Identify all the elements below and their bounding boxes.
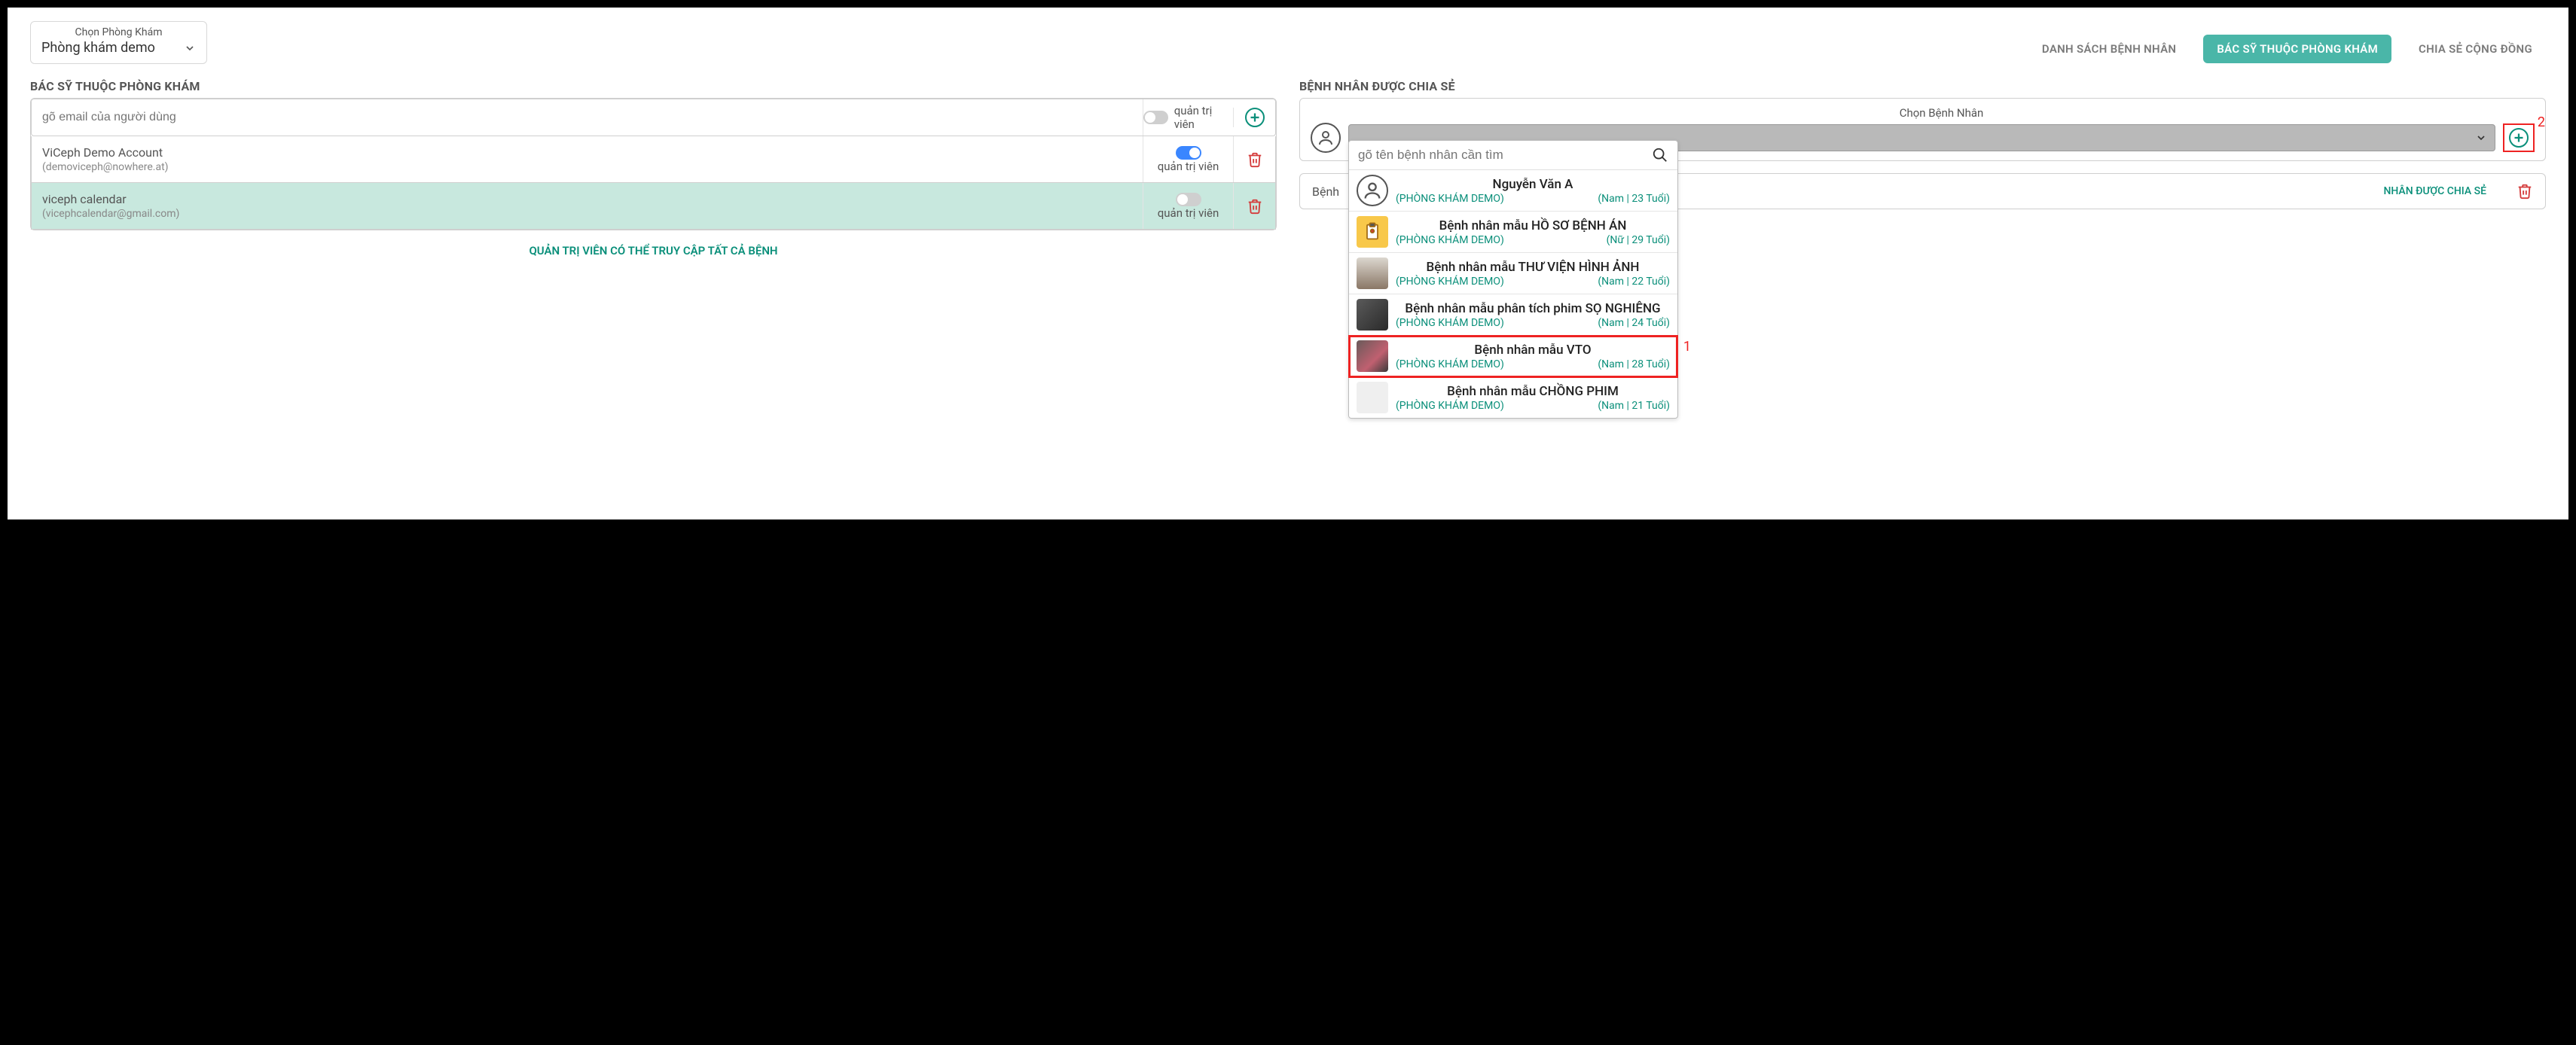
chevron-down-icon (2475, 132, 2487, 144)
patient-search-row (1349, 141, 1677, 170)
patient-option[interactable]: Bệnh nhân mẫu HỒ SƠ BỆNH ÁN(PHÒNG KHÁM D… (1349, 212, 1677, 253)
delete-doctor-button[interactable] (1247, 198, 1263, 215)
admin-header-label: quản trị viên (1174, 104, 1233, 131)
patient-option-name: Bệnh nhân mẫu HỒ SƠ BỆNH ÁN (1396, 218, 1670, 233)
patient-select-label: Chọn Bệnh Nhân (1348, 106, 2535, 120)
topbar: Chọn Phòng Khám Phòng khám demo DANH SÁC… (30, 21, 2546, 64)
admin-toggle[interactable] (1176, 146, 1201, 160)
patient-option-body: Bệnh nhân mẫu phân tích phim SỌ NGHIÊNG(… (1396, 301, 1670, 329)
admin-header-cell: quản trị viên (1143, 99, 1233, 136)
shared-patients-column: BỆNH NHÂN ĐƯỢC CHIA SẺ Chọn Bệnh Nhân 2 (1299, 79, 2546, 209)
patient-option-clinic: (PHÒNG KHÁM DEMO) (1396, 193, 1504, 205)
patient-option[interactable]: Bệnh nhân mẫu VTO(PHÒNG KHÁM DEMO) (Nam |… (1349, 336, 1677, 377)
admin-label: quản trị viên (1158, 206, 1219, 220)
doctor-row[interactable]: viceph calendar (vicephcalendar@gmail.com… (31, 183, 1276, 230)
nav-tab[interactable]: BÁC SỸ THUỘC PHÒNG KHÁM (2203, 35, 2391, 63)
delete-doctor-cell (1233, 136, 1275, 182)
patient-option-clinic: (PHÒNG KHÁM DEMO) (1396, 276, 1504, 288)
doctor-add-row: quản trị viên (31, 99, 1276, 136)
patient-option-clinic: (PHÒNG KHÁM DEMO) (1396, 358, 1504, 370)
doctor-email: (vicephcalendar@gmail.com) (42, 208, 1132, 220)
patient-option[interactable]: Bệnh nhân mẫu phân tích phim SỌ NGHIÊNG(… (1349, 294, 1677, 336)
doctors-column: BÁC SỸ THUỘC PHÒNG KHÁM quản trị viên Vi… (30, 79, 1277, 257)
doctors-title: BÁC SỸ THUỘC PHÒNG KHÁM (30, 79, 1277, 93)
admin-toggle[interactable] (1176, 193, 1201, 206)
add-patient-button[interactable] (2509, 128, 2529, 148)
clinic-select[interactable]: Chọn Phòng Khám Phòng khám demo (30, 21, 207, 64)
shared-patients-title: BỆNH NHÂN ĐƯỢC CHIA SẺ (1299, 79, 2546, 93)
admin-cell: quản trị viên (1143, 183, 1233, 229)
annotation-1: 1 (1683, 339, 1691, 355)
admin-label: quản trị viên (1158, 160, 1219, 173)
annotation-2: 2 (2538, 114, 2545, 130)
patient-option-clinic: (PHÒNG KHÁM DEMO) (1396, 317, 1504, 329)
xray-thumbnail (1357, 340, 1388, 372)
patient-option-meta: (Nữ | 29 Tuổi) (1607, 234, 1670, 246)
patient-option-body: Nguyễn Văn A(PHÒNG KHÁM DEMO) (Nam | 23 T… (1396, 177, 1670, 205)
patient-option-meta: (Nam | 21 Tuổi) (1598, 400, 1670, 412)
clipboard-icon (1357, 216, 1388, 248)
patient-avatar-placeholder (1311, 123, 1341, 153)
clinic-select-value: Phòng khám demo (41, 40, 155, 56)
nav-tabs: DANH SÁCH BỆNH NHÂN BÁC SỸ THUỘC PHÒNG KH… (2028, 35, 2546, 63)
patient-option-name: Bệnh nhân mẫu VTO (1396, 343, 1670, 358)
admin-cell: quản trị viên (1143, 136, 1233, 182)
patient-option-clinic: (PHÒNG KHÁM DEMO) (1396, 400, 1504, 412)
patient-option-name: Nguyễn Văn A (1396, 177, 1670, 192)
delete-doctor-button[interactable] (1247, 151, 1263, 168)
main-columns: BÁC SỸ THUỘC PHÒNG KHÁM quản trị viên Vi… (30, 79, 2546, 257)
patient-option[interactable]: Nguyễn Văn A(PHÒNG KHÁM DEMO) (Nam | 23 T… (1349, 170, 1677, 212)
nav-tab[interactable]: CHIA SẺ CỘNG ĐỒNG (2405, 35, 2546, 63)
patient-option-meta: (Nam | 22 Tuổi) (1598, 276, 1670, 288)
shared-patient-name-fragment: Bệnh (1312, 184, 1339, 199)
shared-patient-link[interactable]: NHÂN ĐƯỢC CHIA SẺ (2383, 185, 2486, 197)
photo-thumbnail (1357, 257, 1388, 289)
patient-select-panel: Chọn Bệnh Nhân 2 (1299, 98, 2546, 161)
admin-toggle-header[interactable] (1143, 111, 1168, 124)
patient-option[interactable]: Bệnh nhân mẫu CHỒNG PHIM(PHÒNG KHÁM DEMO… (1349, 377, 1677, 418)
patient-option-meta: (Nam | 28 Tuổi) (1598, 358, 1670, 370)
patient-option-name: Bệnh nhân mẫu CHỒNG PHIM (1396, 384, 1670, 399)
delete-doctor-cell (1233, 183, 1275, 229)
doctor-name: viceph calendar (42, 192, 1132, 206)
doctor-email: (demoviceph@nowhere.at) (42, 161, 1132, 173)
patient-option-name: Bệnh nhân mẫu THƯ VIỆN HÌNH ẢNH (1396, 260, 1670, 275)
sketch-thumbnail (1357, 382, 1388, 413)
app-root: Chọn Phòng Khám Phòng khám demo DANH SÁC… (8, 8, 2568, 519)
patient-option-name: Bệnh nhân mẫu phân tích phim SỌ NGHIÊNG (1396, 301, 1670, 316)
patient-option-body: Bệnh nhân mẫu THƯ VIỆN HÌNH ẢNH(PHÒNG KH… (1396, 260, 1670, 288)
patient-option[interactable]: Bệnh nhân mẫu THƯ VIỆN HÌNH ẢNH(PHÒNG KH… (1349, 253, 1677, 294)
search-icon (1652, 147, 1668, 163)
patient-option-body: Bệnh nhân mẫu VTO(PHÒNG KHÁM DEMO) (Nam |… (1396, 343, 1670, 370)
doctor-info: ViCeph Demo Account(demoviceph@nowhere.a… (32, 136, 1143, 182)
delete-shared-patient-button[interactable] (2516, 183, 2533, 200)
patient-option-meta: (Nam | 24 Tuổi) (1598, 317, 1670, 329)
clinic-select-label: Chọn Phòng Khám (41, 26, 196, 38)
patient-search-input[interactable] (1358, 148, 1652, 163)
doctor-row[interactable]: ViCeph Demo Account(demoviceph@nowhere.a… (31, 136, 1276, 183)
add-doctor-button[interactable] (1245, 108, 1265, 127)
xray-thumbnail (1357, 299, 1388, 331)
add-patient-annotation-box: 2 (2503, 123, 2535, 152)
patient-option-meta: (Nam | 23 Tuổi) (1598, 193, 1670, 205)
doctor-info: viceph calendar (vicephcalendar@gmail.com… (32, 183, 1143, 229)
patient-option-body: Bệnh nhân mẫu HỒ SƠ BỆNH ÁN(PHÒNG KHÁM D… (1396, 218, 1670, 246)
add-doctor-cell (1233, 108, 1275, 127)
patient-option-body: Bệnh nhân mẫu CHỒNG PHIM(PHÒNG KHÁM DEMO… (1396, 384, 1670, 412)
doctors-panel: quản trị viên ViCeph Demo Account(demovi… (30, 98, 1277, 230)
admin-access-note: QUẢN TRỊ VIÊN CÓ THỂ TRUY CẬP TẤT CẢ BỆN… (30, 244, 1277, 257)
nav-tab[interactable]: DANH SÁCH BỆNH NHÂN (2028, 35, 2190, 63)
person-icon (1357, 175, 1388, 206)
patient-option-clinic: (PHÒNG KHÁM DEMO) (1396, 234, 1504, 246)
patient-dropdown: Nguyễn Văn A(PHÒNG KHÁM DEMO)(Nam | 23 T… (1348, 140, 1678, 419)
chevron-down-icon (184, 42, 196, 54)
doctor-email-input[interactable] (32, 102, 1143, 133)
doctor-name: ViCeph Demo Account (42, 145, 1132, 160)
